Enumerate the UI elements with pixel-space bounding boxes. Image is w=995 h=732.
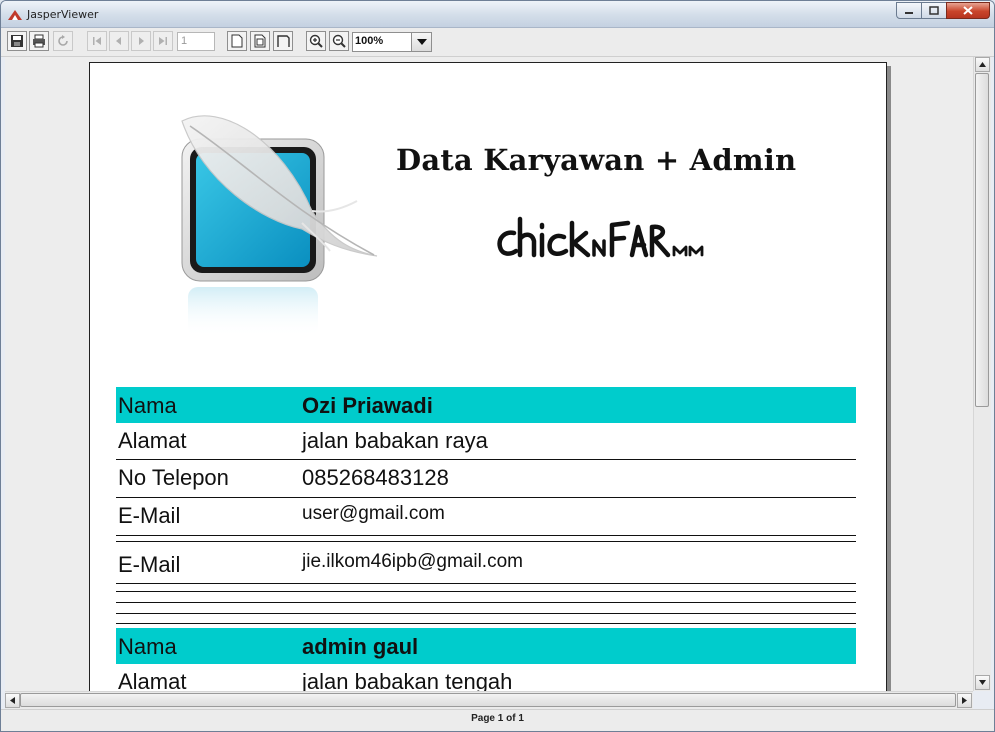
row-divider bbox=[116, 591, 856, 592]
zoom-dropdown-button[interactable] bbox=[411, 33, 431, 51]
scroll-left-button[interactable] bbox=[5, 693, 20, 708]
page-icon bbox=[231, 34, 243, 48]
record-1-alamat-label: Alamat bbox=[118, 428, 187, 453]
minimize-icon bbox=[905, 11, 913, 14]
vertical-scroll-thumb[interactable] bbox=[975, 73, 989, 407]
row-divider bbox=[116, 535, 856, 536]
maximize-icon bbox=[929, 6, 939, 15]
page-status-label: Page 1 of 1 bbox=[471, 713, 524, 724]
zoom-select[interactable]: 100% bbox=[352, 32, 432, 52]
zoom-value: 100% bbox=[355, 35, 384, 47]
previous-page-button[interactable] bbox=[109, 31, 129, 51]
arrow-right-icon bbox=[962, 697, 967, 704]
page-number-input[interactable]: 1 bbox=[177, 32, 215, 51]
zoom-in-button[interactable] bbox=[306, 31, 326, 51]
report-title: Data Karyawan + Admin bbox=[396, 143, 797, 177]
minimize-button[interactable] bbox=[896, 2, 922, 19]
last-page-icon bbox=[159, 37, 167, 45]
refresh-icon bbox=[58, 35, 68, 46]
feather-logo-image bbox=[162, 101, 392, 341]
zoom-in-icon bbox=[309, 34, 323, 48]
record-2-alamat-label: Alamat bbox=[118, 669, 187, 691]
window-title: JasperViewer bbox=[27, 8, 99, 21]
record-1-email2-value: jie.ilkom46ipb@gmail.com bbox=[302, 551, 523, 572]
zoom-out-icon bbox=[332, 34, 346, 48]
row-divider bbox=[116, 541, 856, 542]
vertical-scrollbar[interactable] bbox=[973, 57, 991, 691]
arrow-left-icon bbox=[10, 697, 15, 704]
arrow-up-icon bbox=[979, 62, 986, 67]
record-2-header-band bbox=[116, 628, 856, 664]
viewer-toolbar: 1 100% bbox=[1, 28, 994, 57]
maximize-button[interactable] bbox=[921, 2, 947, 19]
first-page-button[interactable] bbox=[87, 31, 107, 51]
close-button[interactable] bbox=[946, 2, 990, 19]
actual-size-button[interactable] bbox=[227, 31, 247, 51]
window-controls bbox=[896, 2, 990, 20]
record-1-header-band bbox=[116, 387, 856, 423]
fit-page-icon bbox=[254, 34, 266, 48]
previous-icon bbox=[116, 37, 121, 45]
row-divider bbox=[116, 613, 856, 614]
printer-icon bbox=[33, 34, 45, 48]
jasper-app-icon bbox=[7, 7, 23, 21]
record-1-nama-value: Ozi Priawadi bbox=[302, 393, 433, 418]
record-1-telepon-value: 085268483128 bbox=[302, 465, 449, 490]
row-divider bbox=[116, 583, 856, 584]
next-icon bbox=[139, 37, 144, 45]
record-1-telepon-label: No Telepon bbox=[118, 465, 229, 490]
record-1-email2-label: E-Mail bbox=[118, 552, 181, 577]
arrow-down-icon bbox=[979, 680, 986, 685]
record-1-email-value: user@gmail.com bbox=[302, 503, 445, 524]
title-bar[interactable]: JasperViewer bbox=[1, 1, 994, 28]
report-page: Data Karyawan + Admin Nama Ozi Priawadi … bbox=[89, 62, 887, 691]
record-1-email-label: E-Mail bbox=[118, 503, 181, 528]
row-divider bbox=[116, 602, 856, 603]
row-divider bbox=[116, 459, 856, 460]
status-bar: Page 1 of 1 bbox=[1, 709, 994, 731]
record-2-nama-label: Nama bbox=[118, 634, 177, 659]
save-button[interactable] bbox=[7, 31, 27, 51]
row-divider bbox=[116, 497, 856, 498]
scroll-up-button[interactable] bbox=[975, 57, 990, 72]
chicknfarm-logo bbox=[490, 205, 730, 275]
close-icon bbox=[963, 6, 973, 15]
report-viewport[interactable]: Data Karyawan + Admin Nama Ozi Priawadi … bbox=[5, 57, 973, 691]
last-page-button[interactable] bbox=[153, 31, 173, 51]
first-page-icon bbox=[93, 37, 101, 45]
fit-width-icon bbox=[277, 35, 290, 47]
record-1-nama-label: Nama bbox=[118, 393, 177, 418]
record-1-alamat-value: jalan babakan raya bbox=[302, 428, 488, 453]
chevron-down-icon bbox=[416, 39, 427, 45]
next-page-button[interactable] bbox=[131, 31, 151, 51]
zoom-out-button[interactable] bbox=[329, 31, 349, 51]
jasper-viewer-window: JasperViewer 1 100% Data Karyawan + Admi… bbox=[0, 0, 995, 732]
fit-width-button[interactable] bbox=[273, 31, 293, 51]
reload-button[interactable] bbox=[53, 31, 73, 51]
save-icon bbox=[11, 35, 23, 47]
scroll-down-button[interactable] bbox=[975, 675, 990, 690]
horizontal-scrollbar[interactable] bbox=[5, 691, 973, 709]
scroll-right-button[interactable] bbox=[957, 693, 972, 708]
record-2-nama-value: admin gaul bbox=[302, 634, 419, 659]
record-2-alamat-value: jalan babakan tengah bbox=[302, 669, 513, 691]
fit-page-button[interactable] bbox=[250, 31, 270, 51]
row-divider bbox=[116, 623, 856, 624]
horizontal-scroll-thumb[interactable] bbox=[20, 693, 956, 707]
print-button[interactable] bbox=[29, 31, 49, 51]
